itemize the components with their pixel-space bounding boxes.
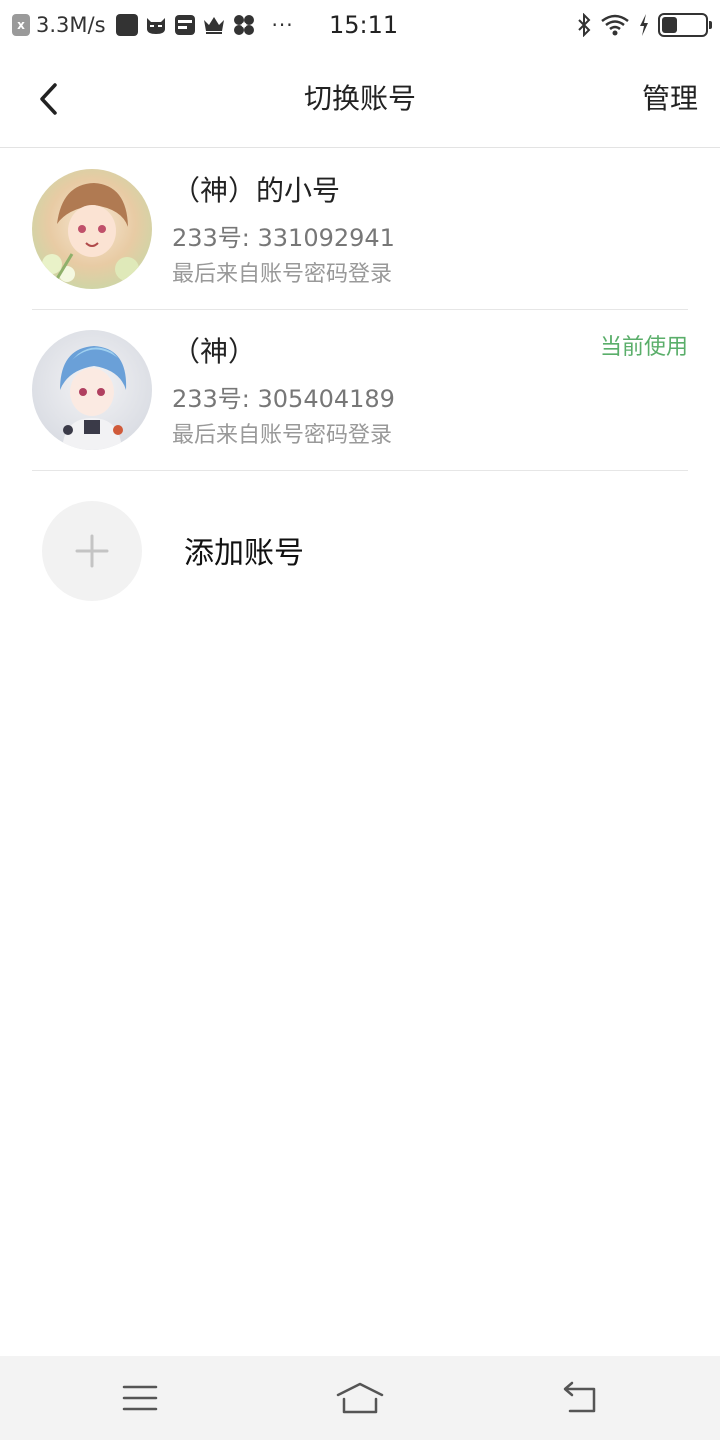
status-bar: x 3.3M/s ··· 15:11 (0, 0, 720, 50)
system-nav-bar (0, 1356, 720, 1440)
account-item-current[interactable]: （神） 233号: 305404189 最后来自账号密码登录 当前使用 (32, 310, 688, 471)
avatar (32, 330, 152, 450)
crown-icon (203, 17, 224, 34)
cat-face-icon (146, 18, 165, 34)
charging-icon (640, 14, 648, 36)
page-title: 切换账号 (303, 82, 416, 115)
battery-icon (658, 13, 712, 37)
last-login-method: 最后来自账号密码登录 (172, 423, 393, 448)
back-button[interactable] (24, 74, 74, 124)
nav-bar: 切换账号 管理 (0, 50, 720, 148)
status-bar-left: x 3.3M/s ··· (12, 10, 294, 40)
account-name: （神） (172, 335, 257, 368)
menu-icon (122, 1385, 158, 1411)
status-bar-right (576, 12, 712, 38)
avatar-image (32, 169, 152, 289)
bluetooth-icon (578, 13, 591, 37)
manage-button[interactable]: 管理 (642, 74, 698, 124)
network-speed: 3.3M/s (36, 13, 106, 37)
account-id: 233号: 331092941 (172, 224, 395, 252)
account-item-alt[interactable]: （神）的小号 233号: 331092941 最后来自账号密码登录 (32, 149, 688, 310)
battery-level (662, 17, 677, 33)
add-account-label: 添加账号 (184, 536, 304, 571)
wifi-icon (601, 14, 629, 36)
account-id: 233号: 305404189 (172, 385, 395, 413)
avatar (32, 169, 152, 289)
back-nav-button[interactable] (550, 1374, 610, 1422)
account-name: （神）的小号 (172, 174, 341, 207)
add-account-circle (42, 501, 142, 601)
avatar-image (32, 330, 152, 450)
current-account-badge: 当前使用 (599, 335, 688, 360)
return-icon (563, 1381, 596, 1413)
pinwheel-icon (233, 15, 254, 35)
add-account-button[interactable]: 添加账号 (32, 490, 688, 610)
home-icon (336, 1382, 384, 1414)
app-notification-icon (115, 14, 138, 36)
last-login-method: 最后来自账号密码登录 (172, 262, 393, 287)
clock: 15:11 (329, 11, 399, 39)
plus-icon (75, 534, 109, 568)
close-notification-icon: x (12, 14, 30, 36)
wallet-icon (174, 15, 195, 35)
home-button[interactable] (330, 1374, 390, 1422)
more-notifications-icon: ··· (271, 13, 294, 37)
chevron-left-icon (40, 83, 57, 115)
menu-button[interactable] (110, 1374, 170, 1422)
